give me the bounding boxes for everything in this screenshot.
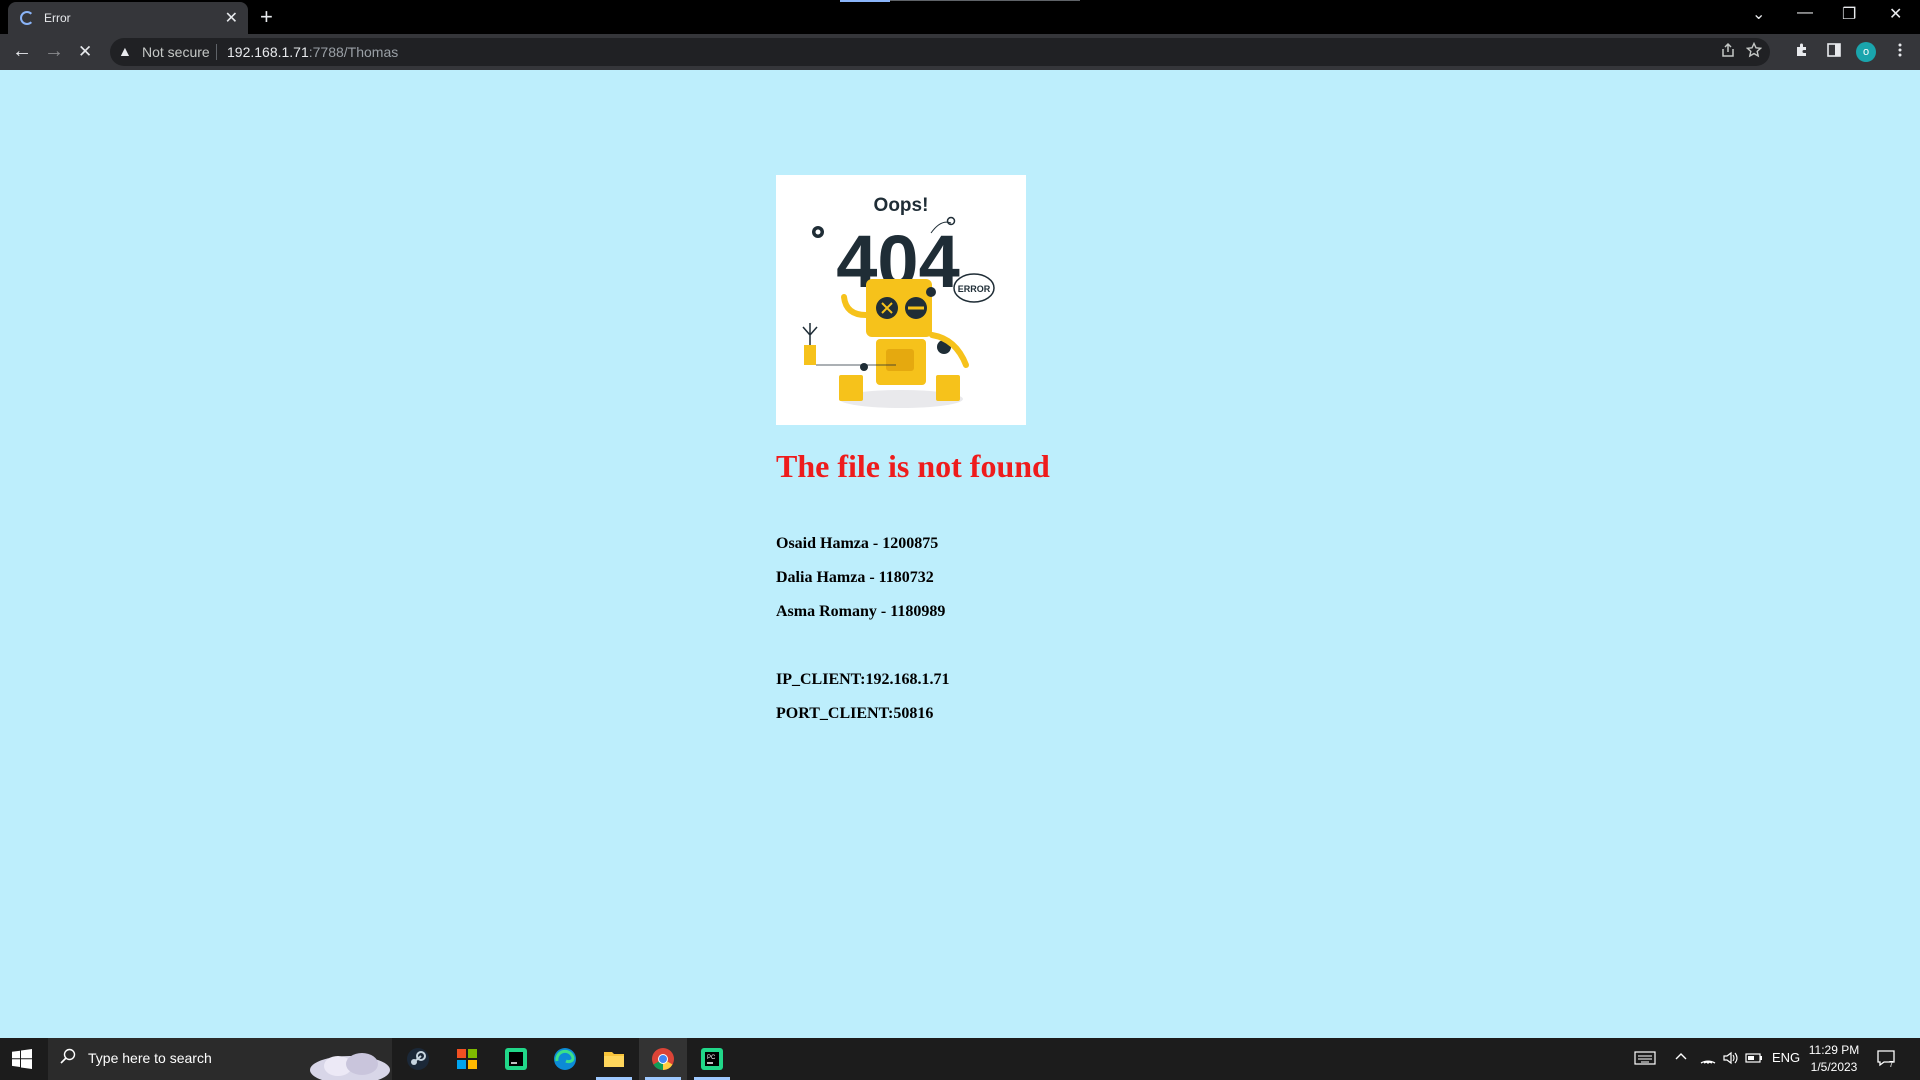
student-entry: Osaid Hamza - 1200875 <box>776 535 939 552</box>
chrome-app[interactable] <box>639 1038 687 1080</box>
store-icon <box>457 1049 477 1069</box>
client-port: PORT_CLIENT:50816 <box>776 705 934 722</box>
notification-count: 7 <box>1889 1060 1894 1068</box>
new-tab-button[interactable]: + <box>260 4 273 30</box>
security-label[interactable]: Not secure <box>142 44 210 60</box>
steam-app[interactable] <box>394 1038 442 1080</box>
pycharm-icon: PC <box>701 1048 723 1070</box>
chevron-up-icon[interactable] <box>1674 1050 1688 1067</box>
omnibox-divider <box>216 44 217 60</box>
edge-icon <box>554 1048 576 1070</box>
clock-date: 1/5/2023 <box>1810 1060 1858 1074</box>
search-icon <box>60 1048 76 1069</box>
file-explorer-app[interactable] <box>590 1038 638 1080</box>
search-placeholder: Type here to search <box>88 1050 212 1066</box>
error-bubble-text: ERROR <box>958 284 991 294</box>
minimize-button[interactable]: — <box>1797 4 1813 22</box>
tab-search-button[interactable]: ⌄ <box>1752 4 1765 24</box>
clock[interactable]: 11:29 PM 1/5/2023 <box>1806 1042 1862 1076</box>
back-button[interactable]: ← <box>12 40 32 63</box>
page-body: Oops! 404 ERROR The file is not found Os… <box>0 70 1920 1038</box>
windows-start-icon[interactable] <box>12 1049 32 1074</box>
profile-avatar[interactable]: o <box>1856 42 1876 62</box>
search-highlight-image <box>308 1042 392 1080</box>
svg-text:PC: PC <box>707 1055 716 1061</box>
url-host: 192.168.1.71 <box>227 44 309 60</box>
url-path: :7788/Thomas <box>308 44 399 60</box>
steam-icon <box>407 1048 429 1070</box>
taskbar: Type here to search PC ENG 11:29 PM 1/5/… <box>0 1038 1920 1080</box>
microsoft-store-app[interactable] <box>443 1038 491 1080</box>
clock-time: 11:29 PM <box>1808 1043 1860 1057</box>
browser-toolbar: ← → ✕ ▲ Not secure 192.168.1.71:7788/Tho… <box>0 34 1920 70</box>
clion-icon <box>505 1048 527 1070</box>
restore-button[interactable]: ❐ <box>1842 4 1856 24</box>
keyboard-icon[interactable] <box>1634 1050 1656 1069</box>
forward-button[interactable]: → <box>44 40 64 63</box>
notification-center-icon[interactable]: 7 <box>1876 1048 1896 1073</box>
loading-progress-track <box>890 0 1080 1</box>
student-entry: Dalia Hamza - 1180732 <box>776 569 934 586</box>
error-404-illustration: Oops! 404 ERROR <box>776 175 1026 425</box>
star-icon[interactable] <box>1745 41 1763 63</box>
volume-icon[interactable] <box>1722 1050 1738 1069</box>
share-icon[interactable] <box>1720 42 1736 63</box>
taskbar-search-box[interactable]: Type here to search <box>48 1038 392 1080</box>
page-heading: The file is not found <box>776 448 1050 484</box>
folder-icon <box>604 1052 624 1067</box>
close-window-button[interactable]: ✕ <box>1889 4 1902 24</box>
tab-close-icon[interactable]: ✕ <box>225 8 238 28</box>
client-ip: IP_CLIENT:192.168.1.71 <box>776 671 950 688</box>
pycharm-app[interactable]: PC <box>688 1038 736 1080</box>
tab-error[interactable]: Error ✕ <box>8 2 248 34</box>
menu-icon[interactable] <box>1892 42 1908 63</box>
wifi-icon[interactable] <box>1700 1050 1716 1069</box>
oops-text: Oops! <box>874 195 929 216</box>
edge-app[interactable] <box>541 1038 589 1080</box>
chrome-icon <box>652 1048 674 1070</box>
language-indicator[interactable]: ENG <box>1772 1050 1800 1065</box>
clion-app[interactable] <box>492 1038 540 1080</box>
tab-strip: Error ✕ + ⌄ — ❐ ✕ <box>0 0 1920 34</box>
sidepanel-icon[interactable] <box>1826 42 1842 63</box>
address-bar[interactable]: ▲ Not secure 192.168.1.71:7788/Thomas <box>110 38 1770 66</box>
gear-icon <box>812 226 824 238</box>
loading-progress-bar <box>840 0 890 2</box>
loading-spinner-icon <box>20 11 34 25</box>
extensions-icon[interactable] <box>1794 42 1810 63</box>
tab-title: Error <box>44 11 71 25</box>
warning-icon[interactable]: ▲ <box>118 43 132 59</box>
battery-icon[interactable] <box>1745 1050 1763 1069</box>
stop-loading-button[interactable]: ✕ <box>78 42 92 62</box>
url-text[interactable]: 192.168.1.71:7788/Thomas <box>227 44 398 60</box>
student-entry: Asma Romany - 1180989 <box>776 603 946 620</box>
